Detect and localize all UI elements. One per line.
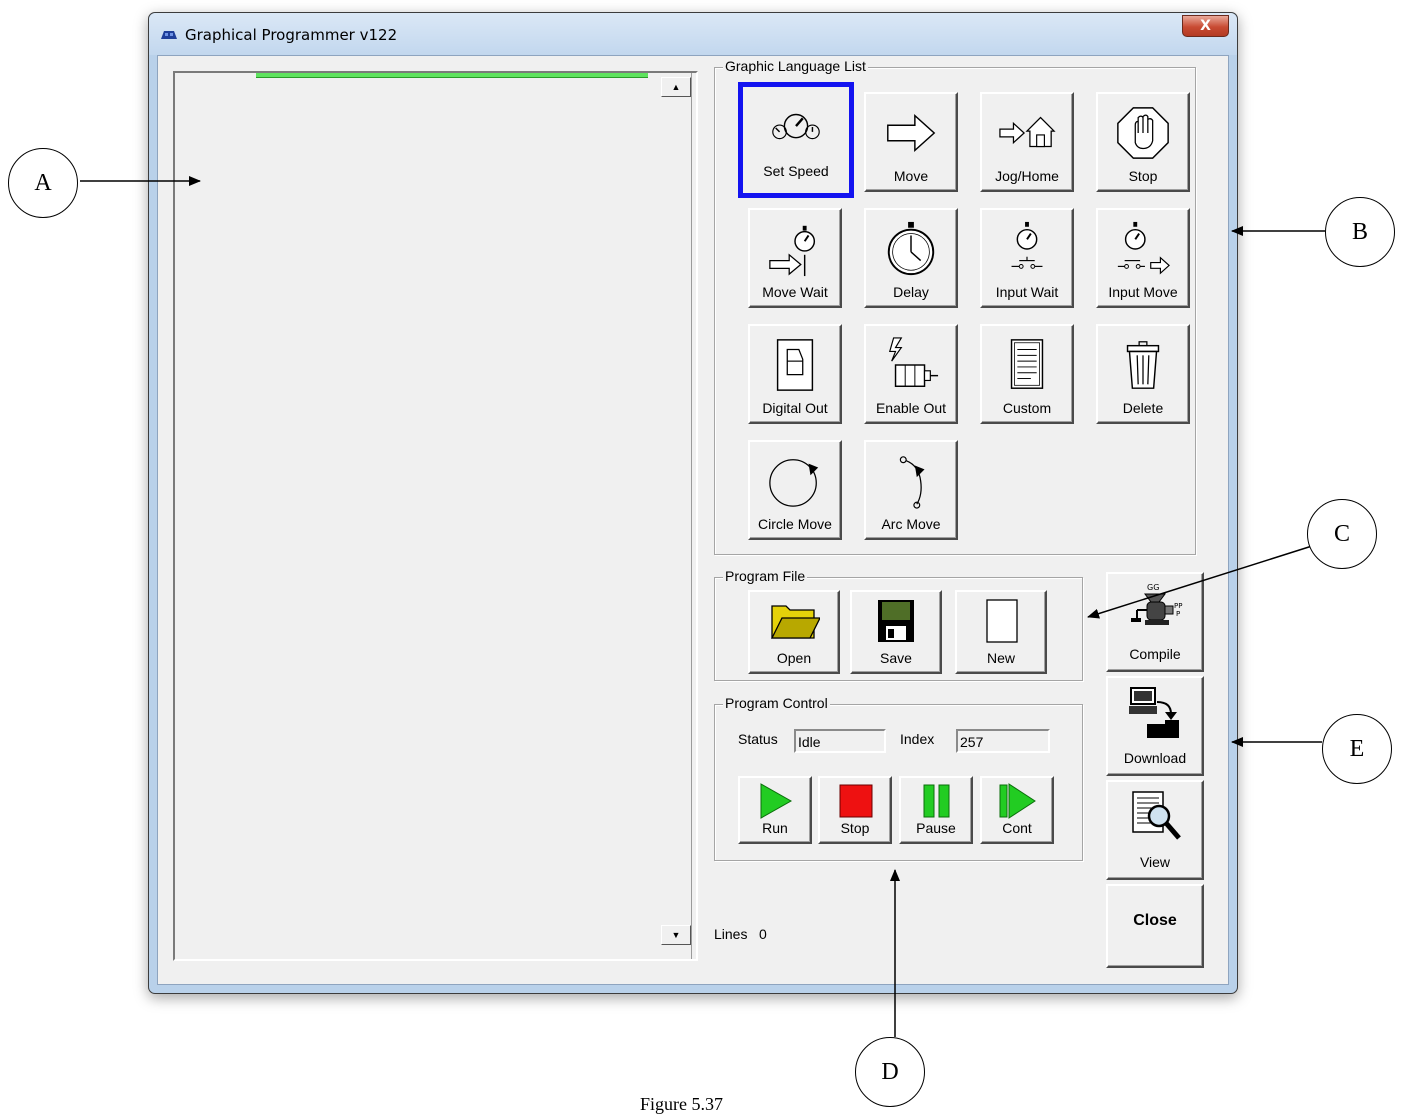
callout-b: B — [1325, 197, 1395, 267]
figure-caption: Figure 5.37 — [640, 1094, 723, 1114]
annotation-arrows — [80, 176, 1325, 1037]
arrow-c — [1087, 545, 1313, 619]
callout-a: A — [8, 148, 78, 218]
callout-e: E — [1322, 714, 1392, 784]
callout-d: D — [855, 1037, 925, 1107]
callout-c: C — [1307, 499, 1377, 569]
